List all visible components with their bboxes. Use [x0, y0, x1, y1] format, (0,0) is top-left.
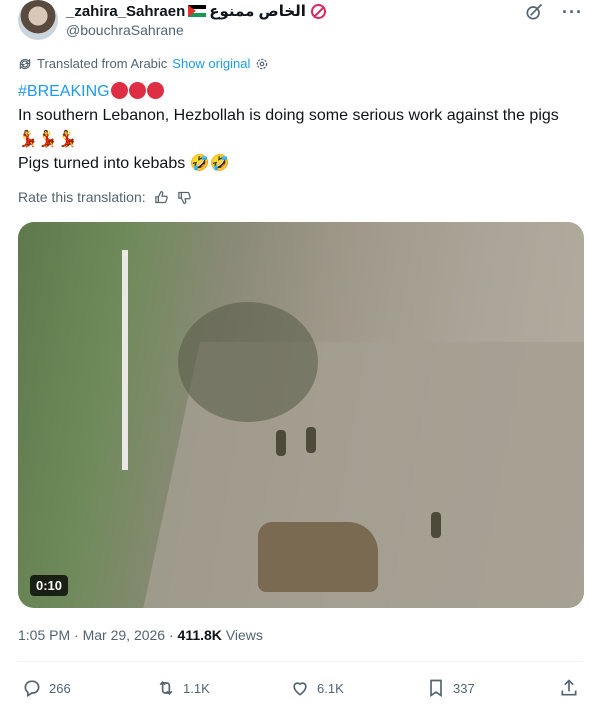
translation-notice: Translated from Arabic Show original	[18, 56, 269, 71]
display-name[interactable]: _zahira_Sahraen	[66, 3, 185, 20]
avatar[interactable]	[18, 0, 58, 40]
divider	[18, 661, 583, 662]
tweet-header: _zahira_Sahraen الخاص ممنوع @bouchraSahr…	[18, 0, 583, 44]
views-count: 411.8K	[177, 627, 222, 643]
thumbs-down-icon[interactable]	[177, 190, 192, 205]
heart-icon	[293, 682, 307, 696]
video-frame-pole	[122, 250, 128, 470]
repost-button[interactable]: 1.1K	[156, 678, 210, 698]
video-frame-figure	[431, 512, 441, 538]
like-count: 6.1K	[317, 680, 344, 696]
reply-icon	[24, 680, 40, 697]
views-label: Views	[225, 627, 263, 643]
video-duration: 0:10	[30, 575, 69, 596]
header-icons: ···	[524, 2, 583, 23]
tweet-meta: 1:05 PM · Mar 29, 2026 · 411.8K Views	[18, 627, 263, 643]
more-icon[interactable]: ···	[562, 2, 583, 23]
tweet-line-2: Pigs turned into kebabs	[18, 155, 186, 172]
rate-label: Rate this translation:	[18, 189, 146, 205]
red-circle-icon	[146, 82, 164, 99]
tweet-date[interactable]: Mar 29, 2026	[83, 627, 166, 643]
translated-label: Translated from Arabic	[37, 56, 168, 71]
video-frame-tree	[178, 302, 318, 422]
repost-count: 1.1K	[183, 680, 210, 696]
tweet-line-1: In southern Lebanon, Hezbollah is doing …	[18, 107, 559, 124]
reply-count: 266	[49, 680, 71, 696]
meta-separator: ·	[74, 627, 79, 643]
video-frame-figure	[276, 430, 286, 456]
dancer-emoji: 💃💃💃	[18, 131, 78, 148]
red-circle-icon	[110, 82, 128, 99]
meta-separator: ·	[168, 627, 174, 643]
thumbs-up-icon[interactable]	[154, 190, 169, 205]
hashtag-link[interactable]: #BREAKING	[18, 83, 110, 100]
palestine-flag-icon	[188, 5, 207, 17]
tweet-text: #BREAKING In southern Lebanon, Hezbollah…	[18, 80, 578, 176]
bookmark-count: 337	[453, 680, 475, 696]
author-handle[interactable]: @bouchraSahrane	[66, 22, 184, 38]
laughing-emoji: 🤣🤣	[189, 155, 230, 172]
video-frame-figure	[306, 427, 316, 453]
video-frame-vehicle	[258, 522, 378, 592]
settings-icon[interactable]	[255, 57, 269, 71]
tweet-time[interactable]: 1:05 PM	[18, 627, 70, 643]
bookmark-icon	[430, 679, 442, 698]
action-bar: 266 1.1K 6.1K 337	[22, 678, 582, 700]
share-button[interactable]	[559, 678, 579, 698]
author-name[interactable]: _zahira_Sahraen الخاص ممنوع	[66, 2, 326, 20]
reply-button[interactable]: 266	[22, 678, 71, 698]
repost-icon	[159, 680, 173, 696]
grok-icon[interactable]	[524, 2, 544, 22]
rate-translation: Rate this translation:	[18, 189, 192, 205]
red-circle-icon	[128, 82, 146, 99]
show-original-link[interactable]: Show original	[172, 56, 250, 71]
share-icon	[561, 679, 577, 696]
name-suffix[interactable]: الخاص ممنوع	[209, 2, 306, 20]
like-button[interactable]: 6.1K	[290, 678, 344, 698]
translate-icon	[19, 58, 31, 69]
video-player[interactable]: 0:10	[18, 222, 584, 608]
bookmark-button[interactable]: 337	[426, 678, 475, 698]
no-entry-icon	[310, 3, 326, 19]
